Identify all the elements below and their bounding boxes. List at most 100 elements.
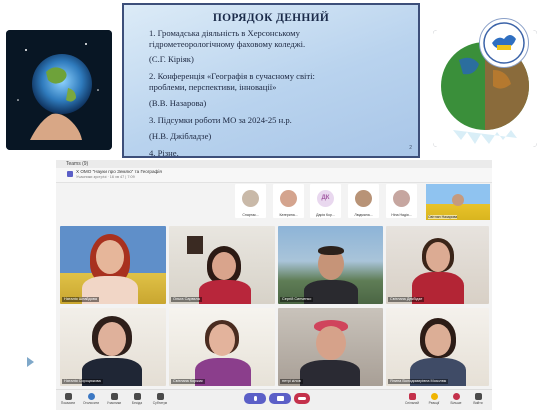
torso (199, 280, 251, 304)
announce-icon (87, 393, 95, 400)
more-icon (452, 393, 460, 400)
control-label: Більше (450, 401, 462, 405)
slide-title: ПОРЯДОК ДЕННИЙ (212, 12, 330, 24)
avatar-initials: ДК (317, 190, 334, 207)
participant-thumb[interactable]: Ніна Надія... (386, 184, 417, 218)
video-tile[interactable]: Ольга Сарвєла (169, 226, 275, 304)
face (426, 242, 450, 272)
slide-line: (В.В. Назарова) (149, 98, 207, 108)
participant-name: Дарія Кор... (316, 213, 335, 217)
video-tile[interactable]: Світлана Коржик (169, 308, 275, 386)
captions-button[interactable]: Субтитри (152, 392, 168, 408)
play-arrow-icon[interactable] (27, 357, 34, 367)
slide-line: гідрометеорологічному фаховому коледжі. (149, 39, 306, 49)
control-label: Реакції (428, 401, 440, 405)
camera-icon (276, 396, 284, 401)
leave-icon (474, 393, 482, 400)
participant-tile-featured[interactable]: Світлан Назарова (426, 184, 490, 220)
earth-hands-graphic (6, 30, 112, 150)
video-tile[interactable]: Наталія Шнайдова (60, 226, 166, 304)
more-button[interactable]: Більше (448, 392, 464, 408)
participant-name: Світлана Декбідзе (388, 297, 425, 302)
participant-name: Людмила... (354, 213, 373, 217)
chat-icon (133, 393, 141, 400)
hang-up-icon (298, 397, 306, 400)
slide-page-number: 2 (409, 145, 412, 151)
video-tile[interactable]: Наталія Сороцюкова (60, 308, 166, 386)
avatar (280, 190, 297, 207)
video-tile[interactable]: Світлана Декбідзе (386, 226, 489, 304)
hang-up-button[interactable] (294, 393, 310, 404)
meeting-controls-bar: Показати Оголосити Учасники Бесіда Субти… (56, 389, 492, 410)
control-label: Спільний (404, 401, 420, 405)
college-emblem-logo (479, 18, 529, 68)
participant-thumb[interactable]: Людмила... (348, 184, 379, 218)
participant-name: Катерина... (279, 213, 298, 217)
participant-name: Наталія Сороцюкова (62, 379, 103, 384)
avatar (355, 190, 372, 207)
torso (300, 360, 360, 386)
control-label: Оголосити (83, 401, 100, 405)
participant-thumb[interactable]: ДК Дарія Кор... (310, 184, 341, 218)
face (96, 240, 124, 274)
participant-thumb[interactable]: Спартак... (235, 184, 266, 218)
participant-name: нетрі кілов (280, 379, 303, 384)
face (212, 252, 236, 280)
participant-name: Ялина Володимирівна Мозолюк (388, 379, 449, 384)
control-label: Показати (60, 401, 76, 405)
slide-line: 4. Різне. (149, 148, 179, 158)
captions-icon (156, 393, 164, 400)
app-title: Teams (9) (66, 161, 89, 167)
face (209, 324, 235, 356)
slide-line: 3. Підсумки роботи МО за 2024-25 н.р. (149, 115, 292, 125)
avatar (452, 194, 464, 206)
participant-name: Ольга Сарвєла (171, 297, 202, 302)
slide-line: (Н.В. Джібладзе) (149, 131, 212, 141)
control-label: Бесіда (131, 401, 143, 405)
announce-button[interactable]: Оголосити (83, 392, 99, 408)
wall-picture (187, 236, 203, 254)
avatar (242, 190, 259, 207)
control-label: Вийти (473, 401, 483, 405)
participant-thumb[interactable]: Катерина... (273, 184, 304, 218)
leave-button[interactable]: Вийти (470, 392, 486, 408)
reactions-button[interactable]: Реакції (426, 392, 442, 408)
share-button[interactable]: Спільний (404, 392, 420, 408)
control-label: Субтитри (152, 401, 168, 405)
video-tile[interactable]: Ялина Володимирівна Мозолюк (386, 308, 489, 386)
share-screen-icon (64, 393, 72, 400)
hair (318, 246, 344, 255)
participant-name: Сергій Синченко (280, 297, 314, 302)
meeting-subtitle: Учасники зустрічі · 16 хв 47 | 7:09 (76, 175, 135, 179)
teams-meeting-window: Teams (9) Х ОМО "Науки про Землю" та Гео… (56, 160, 492, 410)
participant-name: Наталія Шнайдова (62, 297, 99, 302)
face (98, 322, 126, 356)
participant-name: Світлан Назарова (428, 215, 458, 219)
microphone-icon (253, 396, 257, 401)
avatar (393, 190, 410, 207)
slide-line: (С.Г. Кіріяк) (149, 54, 194, 64)
emblem-graphic (483, 22, 525, 64)
participant-name: Світлана Коржик (171, 379, 205, 384)
participant-name: Ніна Надія... (391, 213, 412, 217)
agenda-slide: ПОРЯДОК ДЕННИЙ 1. Громадська діяльність … (122, 3, 529, 158)
control-label: Учасники (106, 401, 122, 405)
meeting-title[interactable]: Х ОМО "Науки про Землю" та Географія (76, 169, 162, 174)
face (425, 324, 451, 356)
participants-button[interactable]: Учасники (106, 392, 122, 408)
share-screen-button[interactable]: Показати (60, 392, 76, 408)
microphone-button[interactable] (244, 393, 266, 404)
chat-button[interactable]: Бесіда (129, 392, 145, 408)
people-icon (110, 393, 118, 400)
video-tile[interactable]: Сергій Синченко (278, 226, 383, 304)
camera-button[interactable] (269, 393, 291, 404)
share-icon (408, 393, 416, 400)
slide-line: 2. Конференція «Географія в сучасному св… (149, 71, 315, 81)
meeting-header: Х ОМО "Науки про Землю" та Географія Уча… (56, 168, 492, 183)
participant-name: Спартак... (242, 213, 259, 217)
video-tile[interactable]: нетрі кілов (278, 308, 383, 386)
reactions-icon (430, 393, 438, 400)
earth-hands-image (6, 30, 112, 150)
slide-line: проблеми, перспективи, інновації» (149, 82, 277, 92)
window-titlebar: Teams (9) (56, 160, 492, 168)
